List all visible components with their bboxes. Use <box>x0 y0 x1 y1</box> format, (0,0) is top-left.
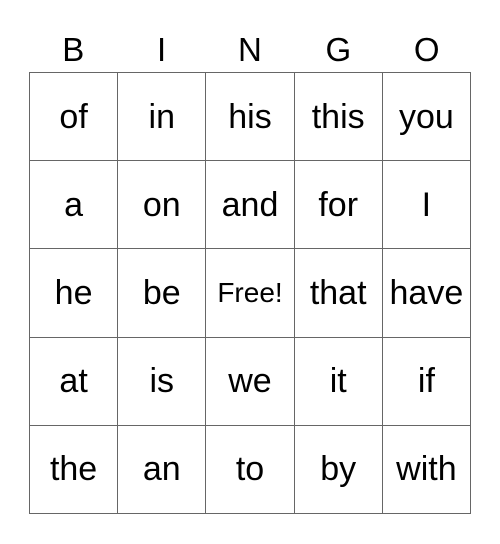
header-letter-b: B <box>62 31 85 68</box>
bingo-cell: and <box>206 161 295 250</box>
bingo-cell: this <box>294 73 383 162</box>
bingo-header: B I N G O <box>29 28 471 72</box>
bingo-cell: you <box>382 73 471 162</box>
bingo-cell: on <box>118 161 207 250</box>
bingo-cell: of <box>30 73 119 162</box>
bingo-card-grid: of in his this you a on and for I he be … <box>29 72 471 514</box>
bingo-cell: with <box>382 425 471 514</box>
header-letter-i: I <box>157 31 167 68</box>
bingo-cell: it <box>294 337 383 426</box>
bingo-cell: I <box>382 161 471 250</box>
bingo-cell: he <box>30 249 119 338</box>
bingo-cell: an <box>118 425 207 514</box>
bingo-cell: to <box>206 425 295 514</box>
bingo-cell: the <box>30 425 119 514</box>
free-space-cell: Free! <box>206 249 295 338</box>
bingo-cell: his <box>206 73 295 162</box>
bingo-cell: at <box>30 337 119 426</box>
bingo-cell: in <box>118 73 207 162</box>
header-letter-n: N <box>238 31 262 68</box>
bingo-cell: if <box>382 337 471 426</box>
bingo-cell: for <box>294 161 383 250</box>
bingo-cell: have <box>382 249 471 338</box>
bingo-cell: we <box>206 337 295 426</box>
header-letter-o: O <box>413 31 440 68</box>
bingo-cell: by <box>294 425 383 514</box>
bingo-cell: a <box>30 161 119 250</box>
header-letter-g: G <box>325 31 352 68</box>
bingo-cell: be <box>118 249 207 338</box>
bingo-cell: that <box>294 249 383 338</box>
bingo-cell: is <box>118 337 207 426</box>
